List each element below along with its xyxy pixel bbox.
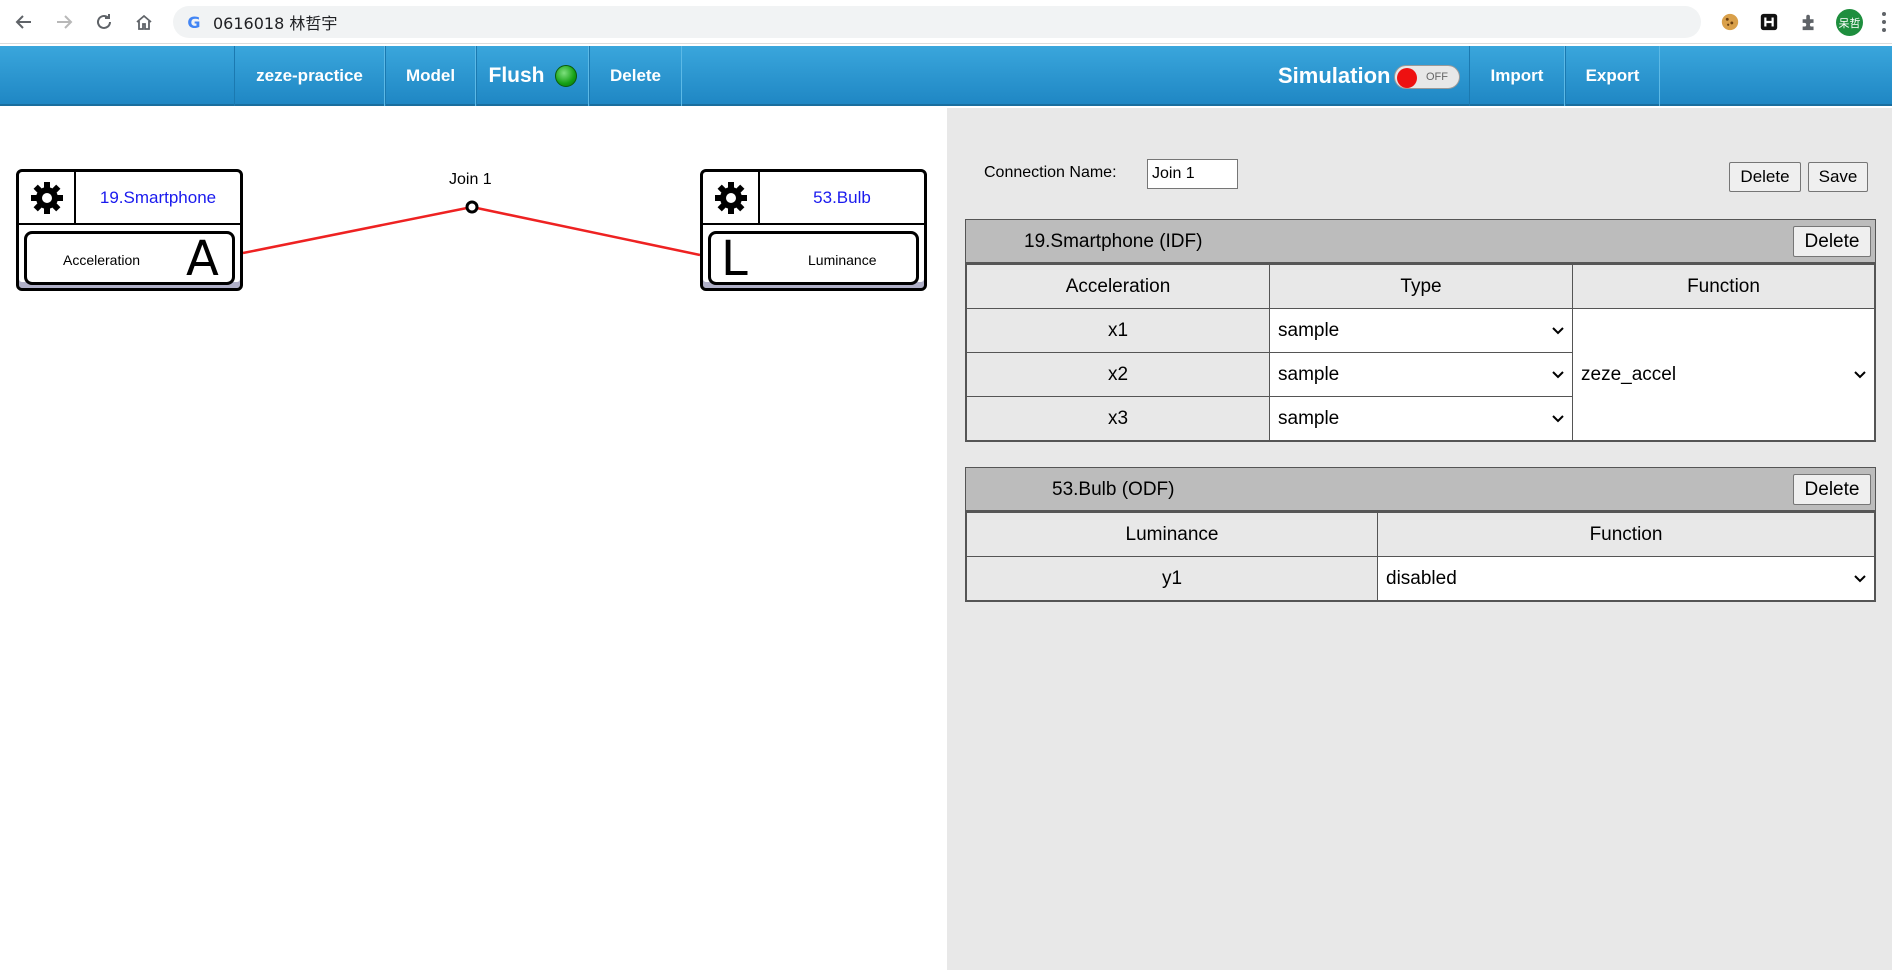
feature-acceleration[interactable]: Acceleration A [24, 231, 235, 285]
connection-line-right [471, 205, 701, 257]
connection-name-input[interactable]: Join 1 [1147, 159, 1238, 189]
odf-section: 53.Bulb (ODF) Delete Luminance Function … [965, 467, 1876, 602]
browser-menu-icon[interactable] [1880, 12, 1888, 32]
idf-section: 19.Smartphone (IDF) Delete Acceleration … [965, 219, 1876, 442]
feature-letter: A [186, 231, 219, 287]
idf-function-select[interactable]: zeze_accel [1572, 308, 1875, 441]
nav-flush-button[interactable]: Flush [476, 46, 589, 106]
nav-import-button[interactable]: Import [1469, 46, 1565, 106]
device-block-bulb[interactable]: 53.Bulb L Luminance [700, 169, 927, 291]
feature-letter: L [721, 231, 748, 287]
feature-label: Acceleration [63, 252, 141, 268]
idf-title: 19.Smartphone (IDF) [1024, 231, 1203, 252]
idf-delete-button[interactable]: Delete [1793, 226, 1871, 257]
chevron-down-icon [1854, 574, 1866, 582]
odf-header-function: Function [1377, 512, 1875, 557]
h-extension-icon[interactable] [1758, 11, 1780, 33]
nav-project-button[interactable]: zeze-practice [234, 46, 385, 106]
home-icon[interactable] [132, 10, 156, 34]
select-value: sample [1278, 407, 1340, 429]
feature-luminance[interactable]: L Luminance [708, 231, 919, 285]
toggle-state-label: OFF [1426, 71, 1448, 83]
connection-line-left [242, 205, 473, 255]
chevron-down-icon [1854, 370, 1866, 378]
address-text: 0616018 林哲宇 [213, 14, 338, 33]
idf-table: Acceleration Type Function x1 sample zez… [966, 264, 1875, 441]
toggle-knob [1397, 68, 1417, 88]
feature-label: Luminance [808, 252, 877, 268]
flush-status-led-icon [554, 65, 577, 87]
flush-label: Flush [488, 64, 545, 87]
chevron-down-icon [1552, 370, 1564, 378]
select-value: disabled [1386, 567, 1457, 589]
nav-model-button[interactable]: Model [385, 46, 476, 106]
app-nav-bar: zeze-practice Model Flush Delete Simulat… [0, 46, 1892, 106]
cookie-extension-icon[interactable] [1719, 11, 1741, 33]
idf-var-x2: x2 [966, 352, 1270, 397]
simulation-toggle[interactable]: OFF [1394, 65, 1460, 89]
back-icon[interactable] [12, 10, 36, 34]
address-bar[interactable]: G 0616018 林哲宇 [173, 6, 1701, 38]
connection-save-button[interactable]: Save [1808, 162, 1868, 192]
odf-delete-button[interactable]: Delete [1793, 474, 1871, 505]
browser-toolbar: G 0616018 林哲宇 呆哲 [0, 0, 1892, 44]
odf-title: 53.Bulb (ODF) [1052, 479, 1175, 500]
idf-section-header: 19.Smartphone (IDF) Delete [966, 220, 1875, 264]
profile-avatar[interactable]: 呆哲 [1836, 9, 1863, 36]
odf-function-select-y1[interactable]: disabled [1377, 556, 1875, 601]
connection-canvas[interactable]: Join 1 19.Smartphone Acceleration A 53.B… [0, 108, 946, 970]
join-label[interactable]: Join 1 [449, 171, 492, 189]
simulation-label: Simulation [1278, 63, 1391, 88]
nav-delete-button[interactable]: Delete [589, 46, 682, 106]
join-node[interactable] [465, 200, 479, 214]
nav-export-button[interactable]: Export [1565, 46, 1660, 106]
extensions-puzzle-icon[interactable] [1798, 11, 1820, 33]
gear-icon[interactable] [703, 172, 760, 225]
idf-header-feature: Acceleration [966, 264, 1270, 309]
connection-name-label: Connection Name: [984, 164, 1117, 181]
idf-var-x1: x1 [966, 308, 1270, 353]
select-value: zeze_accel [1581, 363, 1677, 385]
forward-icon[interactable] [52, 10, 76, 34]
odf-header-feature: Luminance [966, 512, 1378, 557]
chevron-down-icon [1552, 414, 1564, 422]
odf-table: Luminance Function y1 disabled [966, 512, 1875, 601]
google-icon: G [187, 12, 201, 32]
idf-type-select-x2[interactable]: sample [1269, 352, 1573, 397]
idf-header-function: Function [1572, 264, 1875, 309]
idf-type-select-x1[interactable]: sample [1269, 308, 1573, 353]
idf-var-x3: x3 [966, 396, 1270, 441]
select-value: sample [1278, 319, 1340, 341]
device-name[interactable]: 19.Smartphone [76, 172, 240, 225]
chevron-down-icon [1552, 326, 1564, 334]
odf-section-header: 53.Bulb (ODF) Delete [966, 468, 1875, 512]
idf-type-select-x3[interactable]: sample [1269, 396, 1573, 441]
idf-header-type: Type [1269, 264, 1573, 309]
connection-details-panel: Connection Name: Join 1 Delete Save 19.S… [947, 108, 1892, 970]
select-value: sample [1278, 363, 1340, 385]
device-block-smartphone[interactable]: 19.Smartphone Acceleration A [16, 169, 243, 291]
connection-delete-button[interactable]: Delete [1729, 162, 1801, 192]
gear-icon[interactable] [19, 172, 76, 225]
reload-icon[interactable] [92, 10, 116, 34]
odf-var-y1: y1 [966, 556, 1378, 601]
device-name[interactable]: 53.Bulb [760, 172, 924, 225]
